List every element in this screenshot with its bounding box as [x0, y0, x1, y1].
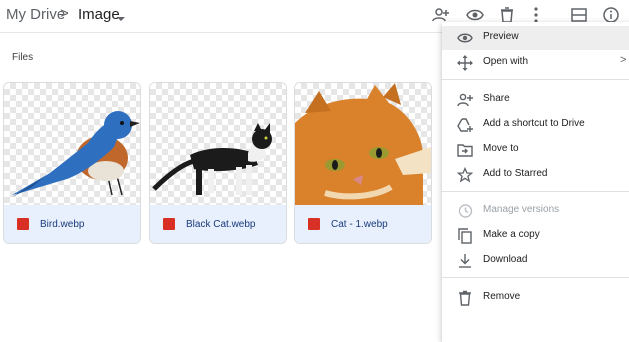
file-card-footer[interactable]: Black Cat.webp: [150, 205, 286, 243]
menu-item-label: Download: [483, 254, 528, 265]
menu-item-label: Preview: [483, 31, 519, 42]
menu-item-label: Remove: [483, 291, 521, 302]
history-icon: [457, 203, 473, 224]
breadcrumb-my-drive[interactable]: My Drive: [6, 6, 65, 23]
menu-item-move-to[interactable]: Move to: [442, 138, 629, 162]
file-card-black-cat[interactable]: Black Cat.webp: [149, 82, 287, 244]
image-file-icon: [308, 218, 320, 230]
menu-item-label: Share: [483, 93, 510, 104]
file-card-cat-1[interactable]: Cat - 1.webp: [294, 82, 432, 244]
move-arrows-icon: [457, 55, 473, 76]
trash-icon: [457, 290, 473, 311]
star-icon: [456, 166, 474, 188]
file-name[interactable]: Cat - 1.webp: [331, 219, 388, 230]
menu-item-label: Add to Starred: [483, 168, 548, 179]
file-card-footer[interactable]: Bird.webp: [4, 205, 140, 243]
move-to-folder-icon: [457, 142, 473, 163]
image-file-icon: [163, 218, 175, 230]
breadcrumb-separator: >: [60, 5, 69, 22]
black-cat-image: [152, 123, 272, 195]
menu-item-label: Make a copy: [483, 229, 540, 240]
download-icon: [457, 253, 473, 274]
chevron-down-icon[interactable]: [116, 10, 126, 28]
menu-item-preview[interactable]: Preview: [442, 26, 629, 50]
file-thumbnail[interactable]: [4, 83, 140, 205]
menu-item-open-with[interactable]: Open with >: [442, 51, 629, 75]
menu-divider: [442, 191, 629, 192]
file-name[interactable]: Bird.webp: [40, 219, 84, 230]
breadcrumb-current-folder[interactable]: Image: [78, 6, 120, 23]
menu-item-label: Open with: [483, 56, 529, 67]
menu-item-download[interactable]: Download: [442, 249, 629, 273]
orange-cat-image: [295, 83, 431, 205]
menu-item-label: Add a shortcut to Drive: [483, 118, 585, 129]
file-card-bird[interactable]: Bird.webp: [3, 82, 141, 244]
menu-item-remove[interactable]: Remove: [442, 286, 629, 310]
add-person-icon: [457, 92, 473, 113]
file-thumbnail[interactable]: [295, 83, 431, 205]
files-section-label: Files: [12, 52, 34, 63]
menu-item-manage-versions: Manage versions: [442, 199, 629, 223]
file-card-footer[interactable]: Cat - 1.webp: [295, 205, 431, 243]
menu-item-label: Manage versions: [483, 204, 560, 215]
file-thumbnail[interactable]: [150, 83, 286, 205]
copy-icon: [457, 228, 473, 249]
menu-divider: [442, 277, 629, 278]
menu-item-add-to-starred[interactable]: Add to Starred: [442, 163, 629, 187]
context-menu: Preview Open with > Share Add a shortcut…: [442, 22, 629, 342]
menu-item-label: Move to: [483, 143, 519, 154]
menu-item-make-a-copy[interactable]: Make a copy: [442, 224, 629, 248]
menu-divider: [442, 79, 629, 80]
file-name[interactable]: Black Cat.webp: [186, 219, 255, 230]
bird-image: [12, 111, 140, 197]
menu-item-add-shortcut[interactable]: Add a shortcut to Drive: [442, 113, 629, 137]
add-shortcut-icon: [457, 117, 473, 138]
image-file-icon: [17, 218, 29, 230]
menu-item-share[interactable]: Share: [442, 88, 629, 112]
chevron-right-icon: >: [620, 54, 627, 66]
eye-icon: [457, 30, 473, 51]
